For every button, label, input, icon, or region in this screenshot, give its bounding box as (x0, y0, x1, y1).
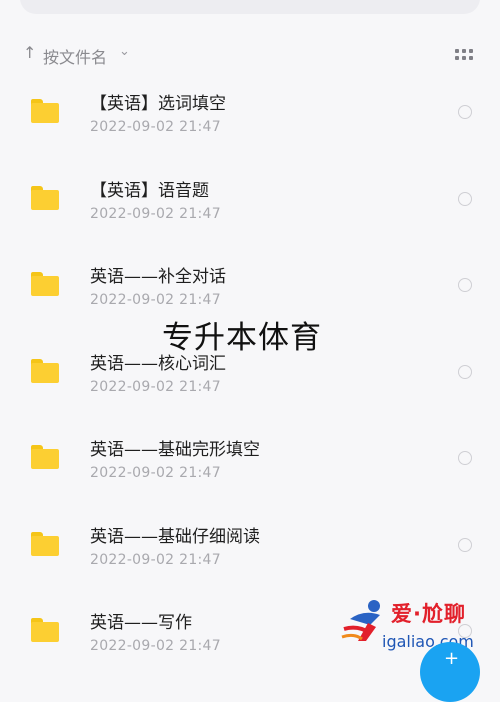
file-name: 【英语】语音题 (90, 180, 209, 201)
list-item[interactable]: 英语——基础完形填空 2022-09-02 21:47 (0, 424, 500, 511)
file-name: 英语——基础完形填空 (90, 440, 260, 460)
select-radio[interactable] (458, 105, 472, 119)
list-item[interactable]: 【英语】语音题 2022-09-02 21:47 (0, 165, 500, 252)
plus-icon: + (444, 648, 460, 669)
file-name: 英语——写作 (90, 613, 192, 633)
add-file-button[interactable]: + (420, 642, 480, 702)
file-date: 2022-09-02 21:47 (90, 292, 221, 308)
list-item[interactable]: 英语——基础仔细阅读 2022-09-02 21:47 (0, 511, 500, 598)
sort-by-name-button[interactable]: 按文件名 (43, 44, 107, 68)
file-list: 【英语】选词填空 2022-09-02 21:47 【英语】语音题 2022-0… (0, 78, 500, 684)
select-radio[interactable] (458, 537, 472, 552)
list-item[interactable]: 【英语】选词填空 2022-09-02 21:47 (0, 78, 500, 165)
sort-arrow-icon[interactable]: ↑ (23, 43, 36, 62)
file-date: 2022-09-02 21:47 (90, 119, 221, 135)
watermark-title: 爱·尬聊 (391, 602, 466, 626)
overlay-caption: 专升本体育 (162, 320, 322, 356)
folder-icon (31, 272, 59, 296)
chevron-down-icon[interactable]: ⌄ (119, 44, 130, 59)
file-date: 2022-09-02 21:47 (90, 205, 221, 222)
file-name: 英语——补全对话 (90, 267, 226, 287)
file-name: 英语——基础仔细阅读 (90, 526, 260, 547)
sort-bar: ↑ 按文件名 ⌄ (0, 40, 500, 68)
folder-icon (31, 99, 59, 123)
folder-icon (31, 531, 59, 556)
file-date: 2022-09-02 21:47 (90, 551, 221, 568)
file-name: 【英语】选词填空 (90, 94, 226, 114)
file-date: 2022-09-02 21:47 (90, 638, 221, 654)
select-radio[interactable] (458, 191, 472, 206)
select-radio[interactable] (458, 364, 472, 379)
select-radio[interactable] (458, 278, 472, 292)
folder-icon (31, 618, 59, 642)
file-date: 2022-09-02 21:47 (90, 378, 221, 395)
select-radio[interactable] (458, 451, 472, 465)
search-bar[interactable] (20, 0, 480, 14)
file-date: 2022-09-02 21:47 (90, 465, 221, 481)
folder-icon (31, 185, 59, 210)
folder-icon (31, 358, 59, 383)
folder-icon (31, 445, 59, 469)
grid-view-icon[interactable] (455, 49, 473, 61)
